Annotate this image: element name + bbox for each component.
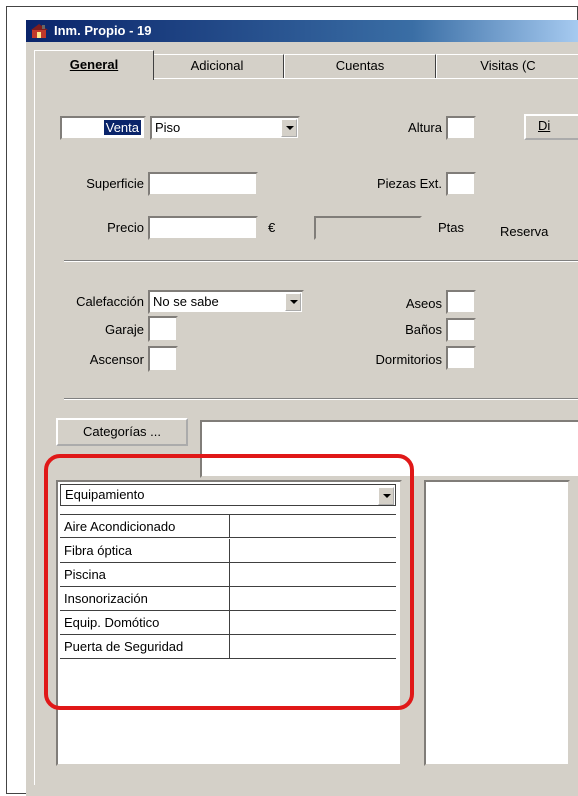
chevron-down-icon[interactable] — [285, 293, 301, 311]
precio-field[interactable] — [148, 216, 258, 240]
ascensor-label: Ascensor — [89, 352, 144, 367]
property-type-value: Piso — [155, 120, 181, 135]
calefaccion-label: Calefacción — [76, 294, 144, 309]
tab-visitas[interactable]: Visitas (C — [436, 54, 578, 79]
altura-field[interactable] — [446, 116, 476, 140]
separator — [64, 398, 578, 400]
ptas-field — [314, 216, 422, 240]
highlight-annotation — [44, 454, 414, 710]
categorias-button[interactable]: Categorías ... — [56, 418, 188, 446]
garaje-field[interactable] — [148, 316, 178, 342]
notes-box[interactable] — [424, 480, 570, 766]
dormitorios-field[interactable] — [446, 346, 476, 370]
piezas-field[interactable] — [446, 172, 476, 196]
tab-label: General — [69, 57, 119, 72]
piezas-label: Piezas Ext. — [376, 176, 442, 191]
tab-label: Visitas (C — [480, 58, 536, 73]
tab-adicional[interactable]: Adicional — [150, 54, 284, 79]
operation-value: Venta — [103, 120, 141, 135]
tab-general[interactable]: General — [34, 50, 154, 80]
property-type-select[interactable]: Piso — [150, 116, 300, 140]
aseos-field[interactable] — [446, 290, 476, 314]
ascensor-field[interactable] — [148, 346, 178, 372]
superficie-field[interactable] — [148, 172, 258, 196]
banos-field[interactable] — [446, 318, 476, 342]
dormitorios-label: Dormitorios — [375, 352, 442, 367]
ptas-label: Ptas — [438, 220, 465, 235]
di-button-label: Di — [538, 118, 551, 133]
garaje-label: Garaje — [104, 322, 144, 337]
title-bar[interactable]: Inm. Propio - 19 — [26, 20, 578, 42]
superficie-label: Superficie — [86, 176, 144, 191]
separator — [64, 260, 578, 262]
tab-label: Adicional — [190, 58, 244, 73]
tab-label: Cuentas — [335, 58, 385, 73]
altura-label: Altura — [408, 120, 442, 135]
calefaccion-value: No se sabe — [153, 294, 219, 309]
window-title: Inm. Propio - 19 — [54, 23, 152, 38]
calefaccion-select[interactable]: No se sabe — [148, 290, 304, 314]
reserva-label: Reserva — [500, 224, 549, 239]
tab-cuentas[interactable]: Cuentas — [284, 54, 436, 79]
di-button[interactable]: Di — [524, 114, 578, 140]
precio-label: Precio — [107, 220, 144, 235]
banos-label: Baños — [405, 322, 442, 337]
operation-field[interactable]: Venta — [60, 116, 146, 140]
categorias-button-label: Categorías ... — [82, 424, 162, 439]
app-icon — [31, 24, 48, 38]
euro-symbol: € — [268, 220, 276, 235]
chevron-down-icon[interactable] — [281, 119, 297, 137]
aseos-label: Aseos — [405, 296, 442, 311]
